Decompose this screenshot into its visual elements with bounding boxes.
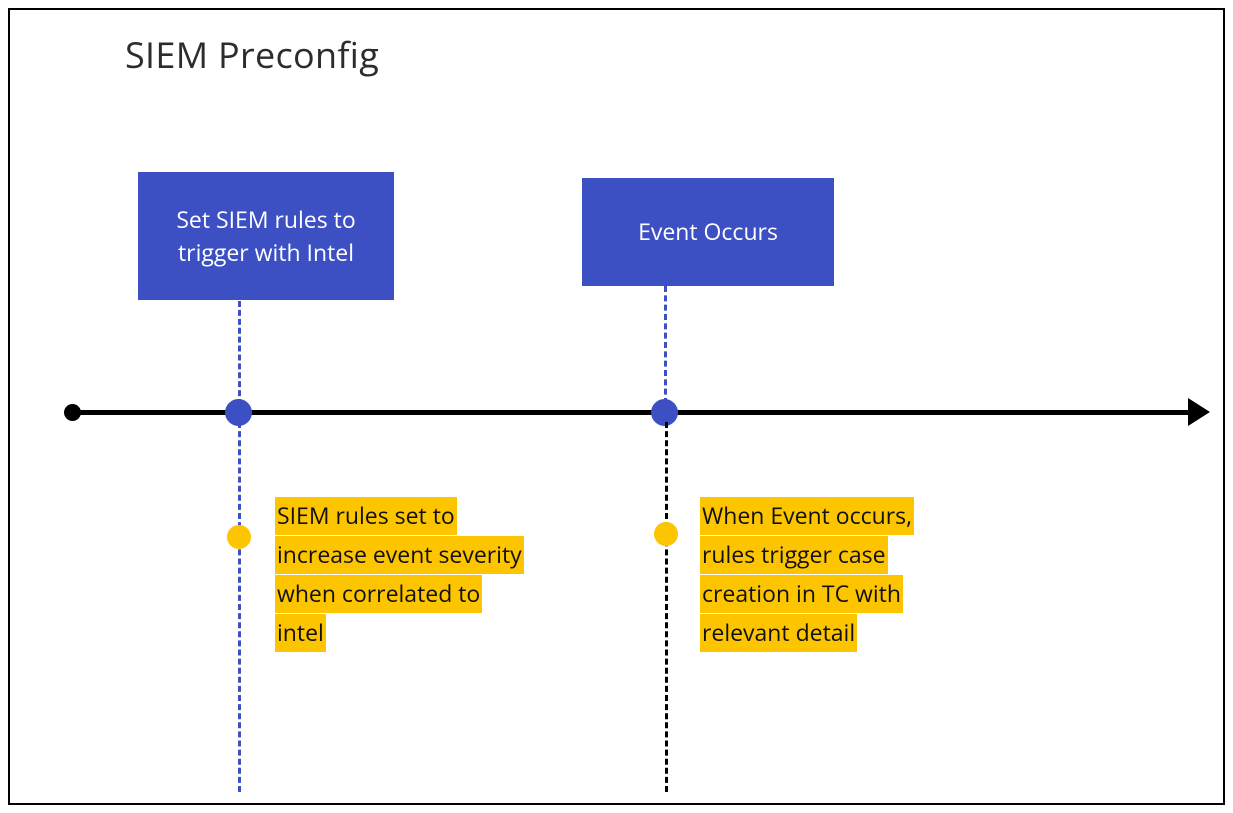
timeline-event-note: When Event occurs, rules trigger case cr… bbox=[700, 496, 960, 652]
diagram-title: SIEM Preconfig bbox=[125, 30, 379, 79]
timeline-event-box: Event Occurs bbox=[582, 178, 834, 286]
connector-line bbox=[664, 286, 667, 404]
connector-line bbox=[238, 422, 241, 792]
timeline-arrowhead-icon bbox=[1188, 398, 1210, 426]
diagram-frame: SIEM Preconfig Set SIEM rules to trigger… bbox=[8, 8, 1225, 805]
timeline-event-label: Event Occurs bbox=[638, 215, 778, 248]
note-bullet-icon bbox=[227, 525, 251, 549]
timeline-event-note: SIEM rules set to increase event severit… bbox=[275, 496, 535, 652]
note-text: SIEM rules set to increase event severit… bbox=[275, 497, 524, 652]
note-text: When Event occurs, rules trigger case cr… bbox=[700, 497, 914, 652]
timeline-event-box: Set SIEM rules to trigger with Intel bbox=[138, 172, 394, 300]
connector-line bbox=[238, 301, 241, 405]
timeline-event-label: Set SIEM rules to trigger with Intel bbox=[150, 203, 382, 270]
note-bullet-icon bbox=[654, 522, 678, 546]
connector-line bbox=[665, 422, 668, 792]
